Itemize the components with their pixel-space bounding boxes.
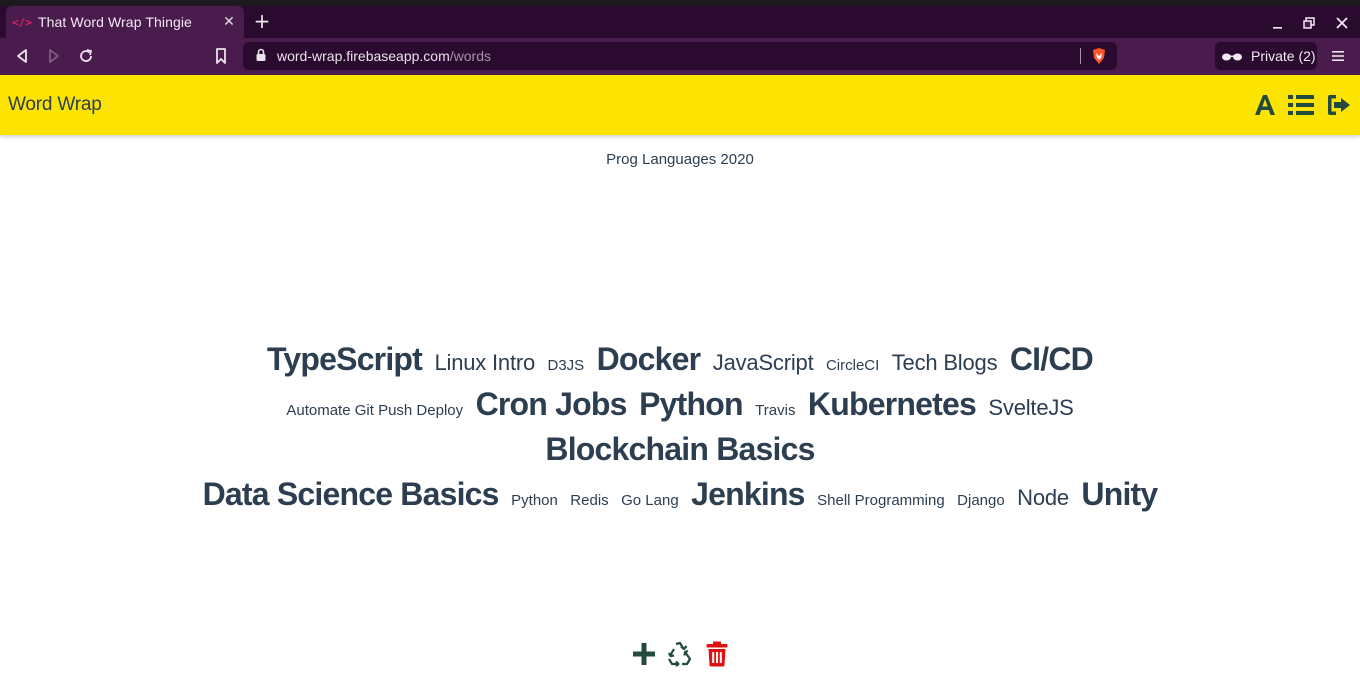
word-item[interactable]: Jenkins [691, 475, 805, 514]
word-item[interactable]: Blockchain Basics [545, 430, 815, 469]
word-item[interactable]: Data Science Basics [203, 475, 500, 514]
new-tab-button[interactable]: + [252, 11, 272, 32]
word-item[interactable]: Travis [755, 391, 795, 430]
reload-icon[interactable] [75, 46, 97, 66]
private-label: Private (2) [1251, 48, 1316, 64]
recycle-icon[interactable] [666, 640, 694, 668]
bookmark-icon[interactable] [210, 46, 232, 66]
word-cloud: TypeScript Linux Intro D3JS Docker JavaS… [150, 340, 1210, 520]
word-item[interactable]: Cron Jobs [476, 385, 628, 424]
word-item[interactable]: Unity [1081, 475, 1158, 514]
browser-tab[interactable]: </> That Word Wrap Thingie ✕ [6, 6, 244, 38]
tab-title: That Word Wrap Thingie [38, 14, 192, 30]
url-path: /words [449, 48, 491, 64]
word-item[interactable]: D3JS [547, 346, 584, 385]
word-item[interactable]: CI/CD [1010, 340, 1094, 379]
word-item[interactable]: CircleCI [826, 346, 879, 385]
private-window-badge[interactable]: Private (2) [1215, 42, 1317, 70]
app-brand[interactable]: Word Wrap [8, 94, 102, 116]
word-item[interactable]: Shell Programming [817, 481, 945, 520]
sign-out-icon[interactable] [1327, 92, 1353, 118]
tab-bar: </> That Word Wrap Thingie ✕ + [0, 6, 1360, 38]
list-icon[interactable] [1288, 92, 1314, 118]
back-icon[interactable] [11, 46, 33, 66]
word-item[interactable]: Kubernetes [808, 385, 977, 424]
word-item[interactable]: Docker [597, 340, 702, 379]
font-icon[interactable] [1252, 92, 1278, 118]
brave-shield-icon[interactable] [1091, 47, 1107, 65]
word-item[interactable]: TypeScript [267, 340, 423, 379]
word-item[interactable]: Node [1017, 478, 1069, 517]
app-header: Word Wrap [0, 75, 1360, 135]
url-divider [1080, 48, 1081, 64]
minimize-icon[interactable] [1266, 13, 1288, 33]
address-bar[interactable]: word-wrap.firebaseapp.com/words [243, 42, 1117, 70]
window-close-icon[interactable] [1331, 13, 1353, 33]
word-item[interactable]: Python [511, 481, 558, 520]
navigation-bar: word-wrap.firebaseapp.com/words Private … [0, 38, 1360, 75]
tab-close-icon[interactable]: ✕ [220, 13, 238, 31]
word-actions-toolbar [0, 640, 1360, 670]
url-text: word-wrap.firebaseapp.com/words [277, 48, 491, 64]
word-item[interactable]: Linux Intro [435, 343, 536, 382]
incognito-glasses-icon [1221, 47, 1243, 66]
word-item[interactable]: Automate Git Push Deploy [286, 391, 463, 430]
word-item[interactable]: Redis [570, 481, 608, 520]
code-icon: </> [12, 15, 32, 29]
word-item[interactable]: Go Lang [621, 481, 679, 520]
hamburger-menu-icon[interactable] [1328, 47, 1348, 65]
restore-icon[interactable] [1298, 13, 1320, 33]
url-host: word-wrap.firebaseapp.com [277, 48, 450, 64]
forward-icon[interactable] [43, 46, 65, 66]
trash-icon[interactable] [703, 640, 731, 668]
word-item[interactable]: SvelteJS [988, 388, 1073, 427]
word-item[interactable]: Tech Blogs [892, 343, 998, 382]
word-item[interactable]: Django [957, 481, 1005, 520]
list-title: Prog Languages 2020 [606, 151, 754, 168]
word-item[interactable]: Python [639, 385, 743, 424]
plus-icon[interactable] [630, 640, 658, 668]
lock-icon [255, 47, 267, 66]
word-item[interactable]: JavaScript [713, 343, 814, 382]
